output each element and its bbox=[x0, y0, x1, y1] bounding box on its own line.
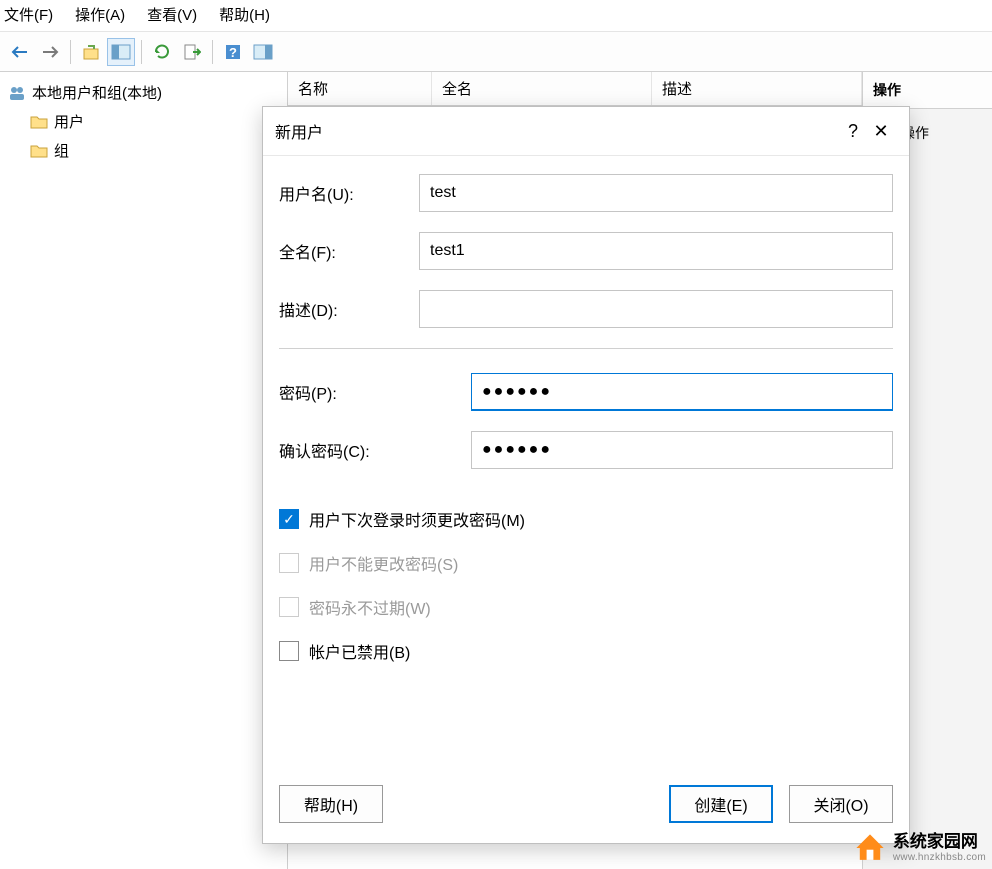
create-button[interactable]: 创建(E) bbox=[669, 785, 773, 823]
cannot-change-password-label: 用户不能更改密码(S) bbox=[309, 551, 458, 575]
tree-pane: 本地用户和组(本地) 用户 组 bbox=[0, 72, 288, 869]
dialog-close-button[interactable]: ✕ bbox=[867, 117, 895, 145]
watermark-text: 系统家园网 bbox=[893, 832, 986, 852]
menu-view[interactable]: 查看(V) bbox=[147, 4, 197, 25]
up-button[interactable] bbox=[77, 38, 105, 66]
description-input[interactable] bbox=[419, 290, 893, 328]
help-button[interactable]: ? bbox=[219, 38, 247, 66]
tree-root-label: 本地用户和组(本地) bbox=[32, 82, 162, 103]
toolbar-separator bbox=[141, 40, 142, 64]
help-button[interactable]: 帮助(H) bbox=[279, 785, 383, 823]
watermark: 系统家园网 www.hnzkhbsb.com bbox=[853, 831, 986, 865]
show-hide-tree-button[interactable] bbox=[107, 38, 135, 66]
dialog-help-button[interactable]: ? bbox=[839, 117, 867, 145]
folder-icon bbox=[30, 142, 48, 160]
col-header-fullname[interactable]: 全名 bbox=[432, 72, 652, 105]
must-change-password-checkbox[interactable] bbox=[279, 509, 299, 529]
close-button[interactable]: 关闭(O) bbox=[789, 785, 893, 823]
toolbar-separator bbox=[212, 40, 213, 64]
description-label: 描述(D): bbox=[279, 297, 419, 321]
must-change-password-checkbox-row[interactable]: 用户下次登录时须更改密码(M) bbox=[279, 507, 893, 531]
col-header-name[interactable]: 名称 bbox=[288, 72, 432, 105]
new-user-dialog: 新用户 ? ✕ 用户名(U): 全名(F): 描述(D): 密码(P): 确认密… bbox=[262, 106, 910, 844]
watermark-logo-icon bbox=[853, 831, 887, 865]
show-hide-actions-button[interactable] bbox=[249, 38, 277, 66]
nav-back-button[interactable] bbox=[6, 38, 34, 66]
toolbar: ? bbox=[0, 32, 992, 72]
username-input[interactable] bbox=[419, 174, 893, 212]
account-disabled-label: 帐户已禁用(B) bbox=[309, 639, 410, 663]
menu-file[interactable]: 文件(F) bbox=[4, 4, 53, 25]
password-input[interactable] bbox=[471, 373, 893, 411]
never-expires-checkbox bbox=[279, 597, 299, 617]
menu-bar: 文件(F) 操作(A) 查看(V) 帮助(H) bbox=[0, 0, 992, 32]
tree-root[interactable]: 本地用户和组(本地) bbox=[0, 78, 287, 107]
must-change-password-label: 用户下次登录时须更改密码(M) bbox=[309, 507, 525, 531]
fullname-input[interactable] bbox=[419, 232, 893, 270]
divider bbox=[279, 348, 893, 349]
toolbar-separator bbox=[70, 40, 71, 64]
never-expires-checkbox-row: 密码永不过期(W) bbox=[279, 595, 893, 619]
svg-text:?: ? bbox=[229, 45, 237, 60]
refresh-button[interactable] bbox=[148, 38, 176, 66]
watermark-url: www.hnzkhbsb.com bbox=[893, 852, 986, 864]
tree-groups-label: 组 bbox=[54, 140, 69, 161]
dialog-titlebar: 新用户 ? ✕ bbox=[263, 107, 909, 156]
account-disabled-checkbox-row[interactable]: 帐户已禁用(B) bbox=[279, 639, 893, 663]
dialog-body: 用户名(U): 全名(F): 描述(D): 密码(P): 确认密码(C): 用户… bbox=[263, 156, 909, 773]
dialog-footer: 帮助(H) 创建(E) 关闭(O) bbox=[263, 773, 909, 843]
col-header-description[interactable]: 描述 bbox=[652, 72, 862, 105]
fullname-label: 全名(F): bbox=[279, 239, 419, 263]
cannot-change-password-checkbox-row: 用户不能更改密码(S) bbox=[279, 551, 893, 575]
menu-help[interactable]: 帮助(H) bbox=[219, 4, 270, 25]
confirm-password-label: 确认密码(C): bbox=[279, 438, 471, 462]
nav-forward-button[interactable] bbox=[36, 38, 64, 66]
tree-groups[interactable]: 组 bbox=[0, 136, 287, 165]
export-button[interactable] bbox=[178, 38, 206, 66]
folder-icon bbox=[30, 113, 48, 131]
password-label: 密码(P): bbox=[279, 380, 471, 404]
users-groups-icon bbox=[8, 84, 26, 102]
list-header: 名称 全名 描述 bbox=[288, 72, 862, 106]
dialog-title: 新用户 bbox=[275, 119, 839, 143]
actions-title: 操作 bbox=[863, 72, 992, 109]
confirm-password-input[interactable] bbox=[471, 431, 893, 469]
tree-users-label: 用户 bbox=[54, 111, 84, 132]
username-label: 用户名(U): bbox=[279, 181, 419, 205]
cannot-change-password-checkbox bbox=[279, 553, 299, 573]
tree-users[interactable]: 用户 bbox=[0, 107, 287, 136]
menu-action[interactable]: 操作(A) bbox=[75, 4, 125, 25]
never-expires-label: 密码永不过期(W) bbox=[309, 595, 431, 619]
account-disabled-checkbox[interactable] bbox=[279, 641, 299, 661]
